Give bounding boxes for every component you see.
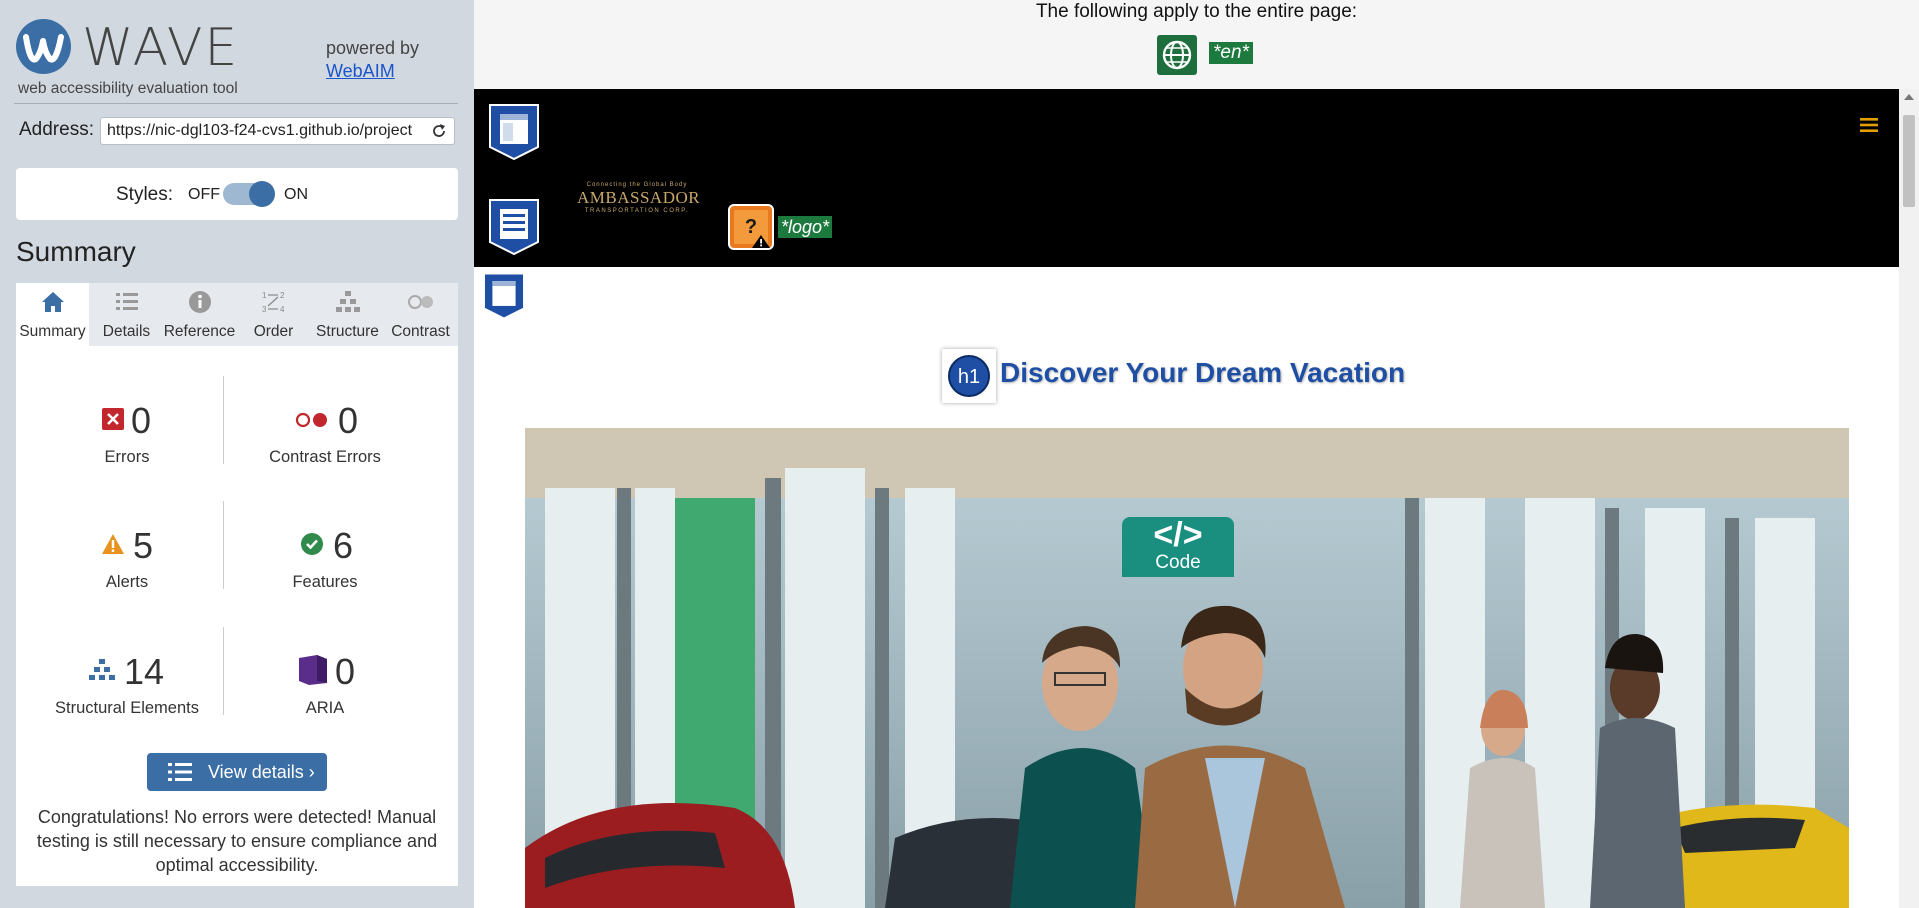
aria-count: 0 [335, 651, 356, 692]
page-level-note: The following apply to the entire page: [1035, 1, 1358, 22]
wave-tagline: web accessibility evaluation tool [18, 80, 238, 97]
structure-icon [89, 659, 115, 680]
panel-tabs: Summary Details Reference 1 2 3 4 Order Str… [16, 283, 458, 346]
logo-wordmark: AMBASSADOR [577, 188, 701, 207]
tab-contrast[interactable]: Contrast [384, 283, 457, 346]
hero-image [525, 428, 1849, 908]
svg-text:3: 3 [262, 305, 267, 314]
scroll-up-arrow-icon[interactable] [1904, 94, 1914, 100]
wave-sidebar: WAVE web accessibility evaluation tool p… [0, 0, 474, 908]
tab-label: Summary [19, 323, 86, 340]
page-heading: Discover Your Dream Vacation [1000, 357, 1406, 388]
alerts-label: Alerts [105, 573, 149, 591]
powered-by: powered by WebAIM [326, 37, 419, 83]
styles-on-label: ON [284, 186, 308, 203]
svg-text:2: 2 [280, 291, 285, 300]
hamburger-menu-icon[interactable] [1860, 117, 1878, 133]
refresh-icon[interactable] [430, 122, 448, 140]
contrast-errors-label: Contrast Errors [269, 448, 381, 466]
tab-summary[interactable]: Summary [16, 283, 89, 346]
features-count: 6 [333, 525, 354, 566]
list-icon [168, 763, 192, 781]
address-label: Address: [19, 119, 94, 140]
contrast-icon [407, 295, 433, 309]
site-header: Connecting the Global Body AMBASSADOR TR… [474, 89, 1899, 267]
divider [223, 627, 224, 715]
styles-off-label: OFF [188, 186, 220, 203]
tab-label: Contrast [391, 323, 450, 340]
code-symbol: </> [1153, 516, 1203, 554]
styles-toggle[interactable] [223, 181, 275, 207]
page-frame: Connecting the Global Body AMBASSADOR TR… [474, 89, 1899, 908]
structure-icon [335, 291, 360, 312]
svg-text:1: 1 [262, 291, 267, 300]
code-label: Code [1155, 552, 1201, 573]
navigation-region-icon[interactable] [488, 198, 540, 256]
language-badge[interactable]: *en* [1209, 42, 1253, 64]
summary-heading: Summary [16, 236, 136, 267]
scroll-thumb[interactable] [1903, 115, 1915, 207]
toggle-knob[interactable] [249, 181, 275, 207]
h1-icon[interactable]: h1 [942, 349, 996, 403]
divider [223, 376, 224, 464]
car-dealership-photo [525, 428, 1849, 908]
features-label: Features [292, 573, 358, 591]
alt-text-badge[interactable]: *logo* [778, 216, 833, 238]
contrast-errors-count: 0 [338, 400, 359, 441]
globe-icon[interactable] [1157, 35, 1197, 75]
header-region-icon[interactable] [488, 103, 540, 161]
divider [14, 103, 458, 104]
home-icon [41, 292, 64, 312]
view-details-label[interactable]: View details › [208, 762, 315, 783]
alert-icon [102, 534, 124, 554]
errors-label: Errors [104, 448, 150, 466]
error-icon [102, 408, 124, 430]
address-value[interactable]: https://nic-dgl103-f24-cvs1.github.io/pr… [107, 122, 423, 140]
vertical-scrollbar[interactable] [1899, 89, 1919, 908]
suspicious-alt-text-alert-icon[interactable]: ? [728, 204, 774, 250]
aria-icon [299, 655, 327, 685]
address-input[interactable]: https://nic-dgl103-f24-cvs1.github.io/pr… [100, 117, 455, 145]
info-icon [188, 291, 211, 313]
divider [223, 501, 224, 589]
view-details-button[interactable]: View details › [147, 753, 327, 791]
aria-label: ARIA [305, 699, 345, 717]
tab-label: Reference [163, 323, 236, 340]
styles-toggle-box: Styles: OFF ON [16, 168, 458, 220]
wave-logo-icon [16, 19, 71, 74]
ambassador-logo[interactable]: Connecting the Global Body AMBASSADOR TR… [577, 181, 701, 219]
tab-label: Details [102, 323, 151, 340]
code-icon[interactable]: </> Code [1122, 517, 1234, 577]
logo-subtitle: TRANSPORTATION CORP. [584, 208, 690, 214]
summary-content: 0 Errors 0 Contrast Errors 5 Alerts 6 Fe… [16, 346, 458, 886]
page-preview: The following apply to the entire page: … [474, 0, 1919, 908]
tab-structure[interactable]: Structure [311, 283, 384, 346]
wave-brand: WAVE [82, 18, 240, 78]
order-icon: 1 2 3 4 [262, 291, 285, 314]
powered-by-text: powered by [326, 38, 420, 58]
alert-glyph: ? [745, 216, 757, 238]
tab-order[interactable]: 1 2 3 4 Order [237, 283, 310, 346]
alerts-count: 5 [133, 525, 154, 566]
tab-label: Order [253, 323, 294, 340]
tab-details[interactable]: Details [90, 283, 163, 346]
feature-check-icon [301, 533, 323, 555]
structural-label: Structural Elements [55, 699, 199, 717]
styles-label: Styles: [116, 184, 174, 205]
structural-count: 14 [124, 651, 165, 692]
webaim-link[interactable]: WebAIM [326, 61, 395, 81]
list-icon [115, 293, 138, 310]
main-region-icon[interactable] [482, 272, 526, 320]
tab-reference[interactable]: Reference [163, 283, 236, 346]
tab-label: Structure [316, 323, 379, 340]
contrast-error-icon [295, 412, 327, 428]
svg-text:4: 4 [280, 305, 285, 314]
h1-badge-text: h1 [958, 366, 980, 388]
errors-count: 0 [131, 400, 152, 441]
congrats-message: Congratulations! No errors were detected… [36, 807, 438, 875]
